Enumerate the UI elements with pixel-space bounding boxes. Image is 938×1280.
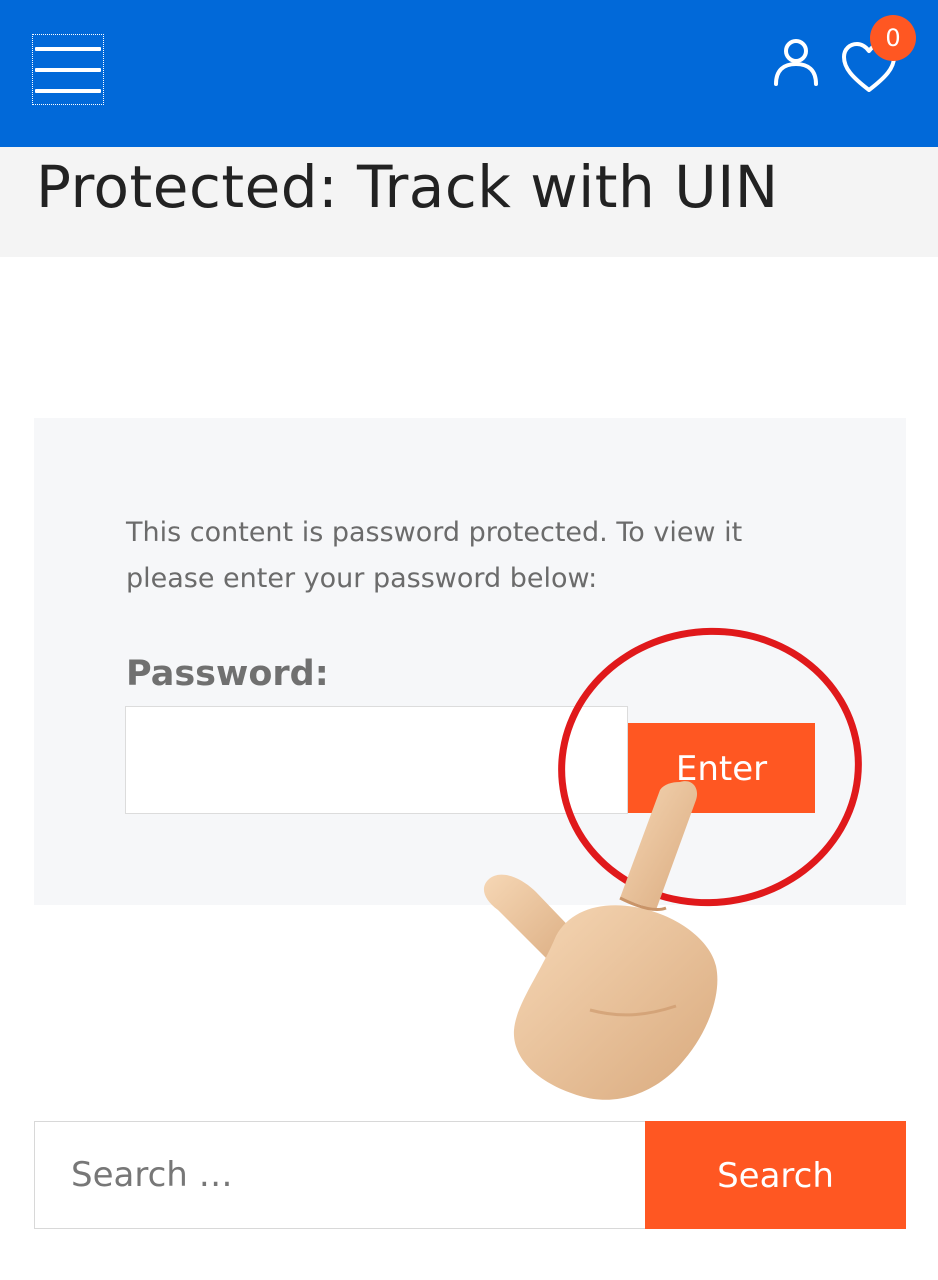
pointing-hand-icon xyxy=(483,781,718,1100)
user-icon[interactable] xyxy=(770,36,822,88)
search-button[interactable]: Search xyxy=(645,1121,906,1229)
wishlist-count-badge: 0 xyxy=(870,15,916,61)
password-label: Password: xyxy=(126,654,329,694)
menu-button[interactable] xyxy=(32,34,104,105)
page-title: Protected: Track with UIN xyxy=(36,153,779,221)
protected-message: This content is password protected. To v… xyxy=(126,517,743,594)
search-input[interactable] xyxy=(34,1121,646,1229)
top-header: 0 xyxy=(0,0,938,147)
